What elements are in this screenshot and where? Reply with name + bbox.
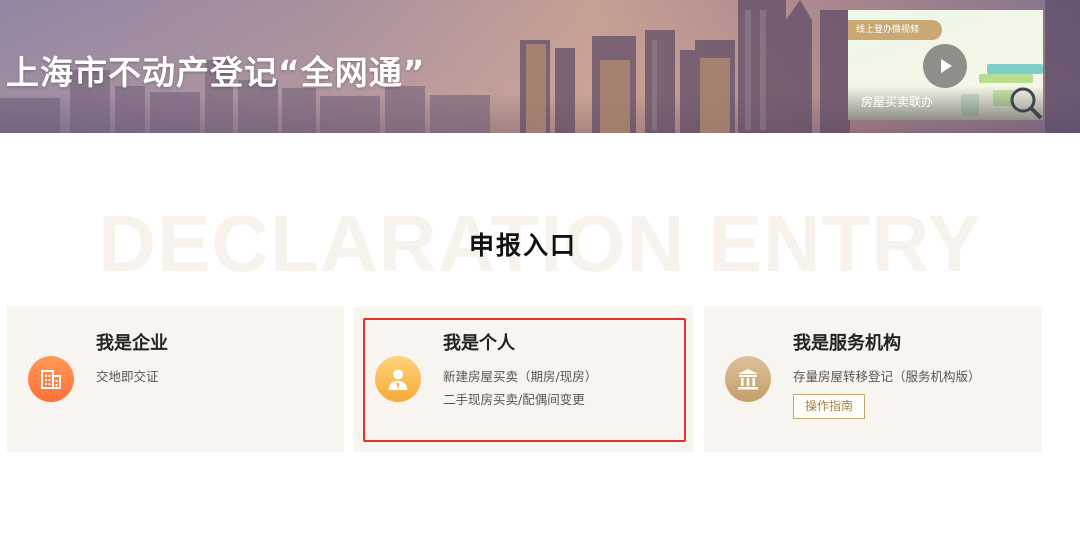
enterprise-card[interactable]: 我是企业 交地即交证	[7, 306, 344, 452]
video-caption-bar: 房屋买卖联办	[848, 86, 1043, 120]
card-title: 我是服务机构	[793, 333, 901, 354]
operation-guide-button[interactable]: 操作指南	[793, 394, 865, 419]
person-icon	[375, 356, 421, 402]
header-banner: 上海市不动产登记“全网通” 线上登办微视频 房屋买卖联办	[0, 0, 1080, 133]
card-option-new-house[interactable]: 新建房屋买卖（期房/现房）	[443, 366, 597, 385]
video-tag: 线上登办微视频	[848, 20, 942, 40]
card-option-second-hand[interactable]: 二手现房买卖/配偶间变更	[443, 389, 585, 408]
video-caption: 房屋买卖联办	[861, 95, 934, 109]
card-title: 我是个人	[443, 333, 515, 354]
institution-icon	[725, 356, 771, 402]
building-icon	[28, 356, 74, 402]
banner-title: 上海市不动产登记“全网通”	[6, 53, 426, 92]
personal-card[interactable]: 我是个人 新建房屋买卖（期房/现房） 二手现房买卖/配偶间变更	[354, 306, 693, 452]
card-title: 我是企业	[96, 333, 168, 354]
section-title: 申报入口	[468, 231, 577, 260]
card-description: 存量房屋转移登记（服务机构版）	[793, 369, 981, 384]
institution-card[interactable]: 我是服务机构 存量房屋转移登记（服务机构版） 操作指南	[704, 306, 1042, 452]
video-thumbnail[interactable]: 线上登办微视频 房屋买卖联办	[848, 10, 1043, 120]
card-description: 交地即交证	[96, 369, 159, 384]
play-icon[interactable]	[923, 44, 967, 88]
